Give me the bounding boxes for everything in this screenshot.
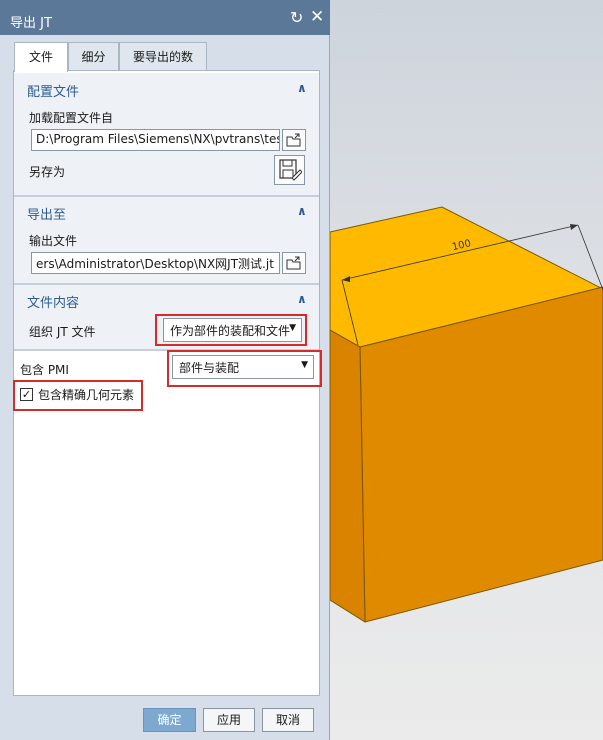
dialog-title: 导出 JT [10, 16, 52, 31]
organize-jt-label: 组织 JT 文件 [29, 325, 96, 339]
box-side-face [330, 329, 366, 623]
tab-tessellation[interactable]: 细分 [68, 42, 119, 71]
folder-open-icon [286, 256, 301, 270]
include-pmi-select[interactable]: 部件与装配 ▼ [172, 355, 314, 379]
tab-data-to-export[interactable]: 要导出的数据 [119, 42, 207, 92]
export-collapse-icon[interactable]: ∧ [297, 204, 307, 218]
organize-jt-value: 作为部件的装配和文件 [170, 324, 291, 338]
title-bar: 导出 JT ↻ ✕ [0, 0, 330, 35]
output-file-path-field[interactable]: ers\Administrator\Desktop\NX网JT测试.jt [31, 252, 280, 274]
apply-button[interactable]: 应用 [203, 708, 255, 732]
chevron-down-icon: ▼ [301, 360, 308, 370]
save-as-icon [278, 159, 302, 181]
cancel-button[interactable]: 取消 [262, 708, 314, 732]
browse-output-button[interactable] [282, 252, 306, 274]
organize-jt-select[interactable]: 作为部件的装配和文件 ▼ [163, 318, 302, 342]
config-group-title[interactable]: 配置文件 [27, 81, 79, 100]
load-config-label: 加载配置文件自 [29, 111, 114, 125]
content-group-title[interactable]: 文件内容 [27, 292, 79, 311]
close-icon[interactable]: ✕ [310, 7, 324, 27]
config-collapse-icon[interactable]: ∧ [297, 81, 307, 95]
load-config-path-field[interactable]: D:\Program Files\Siemens\NX\pvtrans\tess [31, 129, 280, 151]
output-file-label: 输出文件 [29, 234, 78, 248]
save-as-button[interactable] [274, 155, 305, 185]
precise-geometry-label[interactable]: 包含精确几何元素 [38, 386, 134, 403]
reset-icon[interactable]: ↻ [290, 8, 303, 27]
precise-geometry-checkbox[interactable]: ✓ [20, 388, 33, 401]
folder-open-icon [286, 133, 301, 147]
model-box[interactable]: 100 [330, 0, 603, 740]
tab-panel: 配置文件 ∧ 加载配置文件自 D:\Program Files\Siemens\… [13, 70, 320, 696]
browse-config-button[interactable] [282, 129, 306, 151]
save-as-label: 另存为 [29, 165, 66, 179]
graphics-viewport[interactable]: 100 [330, 0, 603, 740]
export-group-title[interactable]: 导出至 [27, 204, 66, 223]
export-jt-dialog: 导出 JT ↻ ✕ 文件 细分 要导出的数据 配置文件 ∧ 加载配置文件自 D:… [0, 0, 330, 740]
chevron-down-icon: ▼ [289, 323, 296, 333]
content-collapse-icon[interactable]: ∧ [297, 292, 307, 306]
tab-file[interactable]: 文件 [14, 42, 68, 72]
include-pmi-value: 部件与装配 [179, 361, 240, 375]
ok-button[interactable]: 确定 [143, 708, 196, 732]
include-pmi-label: 包含 PMI [20, 363, 69, 377]
